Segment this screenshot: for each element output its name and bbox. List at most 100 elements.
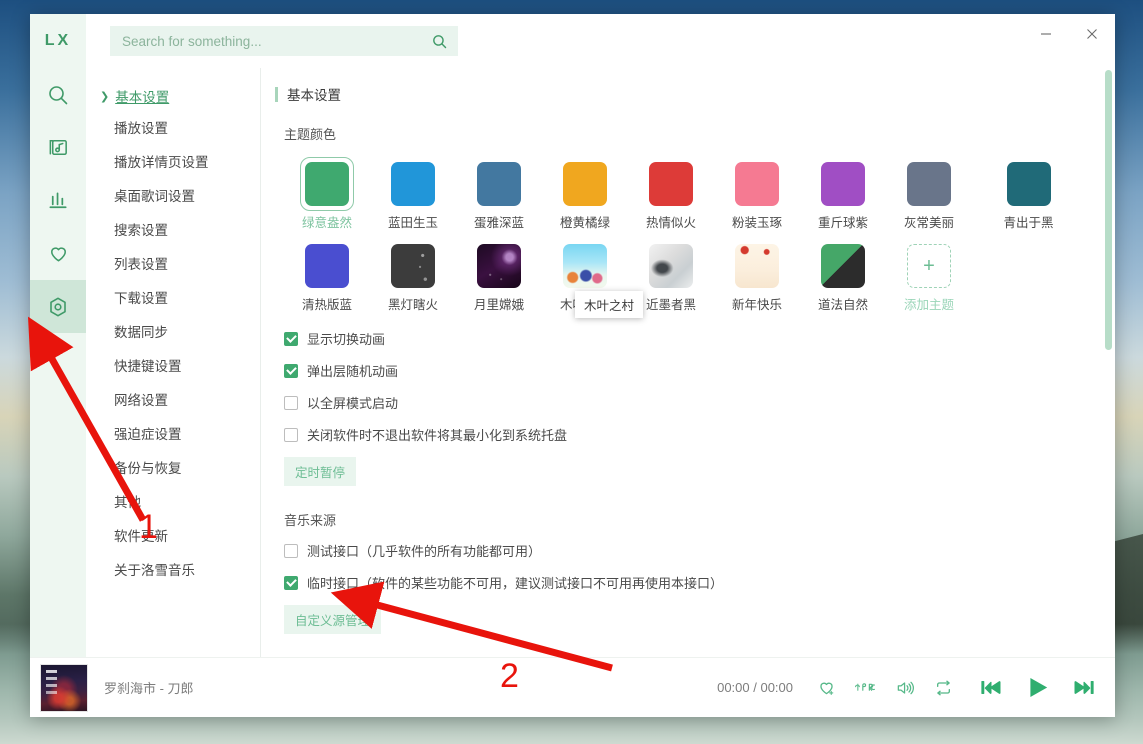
theme-color-block [907,162,951,206]
checkbox-icon[interactable] [284,331,298,346]
content-scrollbar[interactable] [1105,70,1112,630]
search-box[interactable] [110,26,458,56]
scrollbar-thumb[interactable] [1105,70,1112,350]
sidebar-item-playback-detail[interactable]: 播放详情页设置 [86,144,260,178]
rail-item-search[interactable] [30,68,86,121]
heart-add-icon[interactable] [816,677,837,698]
checkbox-icon[interactable] [284,395,298,410]
theme-color-block [563,162,607,206]
theme-color-block [477,162,521,206]
chevron-right-icon: ❯ [100,90,110,103]
theme-name: 青出于黑 [1003,216,1054,230]
checkbox-row-temp-api[interactable]: 临时接口（软件的某些功能不可用，建议测试接口不可用再使用本接口） [284,573,1085,592]
theme-swatch[interactable]: 热情似火 [628,157,714,231]
window-controls [1023,14,1115,68]
sidebar-item-playback[interactable]: 播放设置 [86,110,260,144]
sidebar-item-network[interactable]: 网络设置 [86,382,260,416]
theme-swatch-frame [558,157,612,211]
theme-name: 蛋雅深蓝 [473,216,524,230]
search-icon[interactable] [431,33,448,50]
theme-swatch-frame [816,239,870,293]
theme-swatch[interactable]: 月里嫦娥 [456,239,542,313]
theme-name: 粉装玉琢 [731,216,782,230]
checkbox-row-fullscreen-start[interactable]: 以全屏模式启动 [284,393,1085,412]
rail-item-settings[interactable] [30,280,86,333]
theme-swatch[interactable]: 蓝田生玉 [370,157,456,231]
checkbox-row-switch-animation[interactable]: 显示切换动画 [284,329,1085,348]
lyrics-icon[interactable] [854,679,877,697]
window-body: LX Search for something... ❯ 基本设置 播放设置 播… [30,14,1115,657]
nav-group-basic-settings[interactable]: ❯ 基本设置 [86,82,260,110]
theme-color-block [391,244,435,288]
next-icon[interactable] [1070,674,1097,701]
checkbox-label: 关闭软件时不退出软件将其最小化到系统托盘 [307,428,568,443]
album-art[interactable] [40,663,88,712]
song-list-icon [47,136,70,159]
theme-swatch[interactable]: 灰常美丽 [886,157,972,231]
sidebar-item-hotkeys[interactable]: 快捷键设置 [86,348,260,382]
previous-icon[interactable] [978,674,1005,701]
theme-swatch[interactable]: 绿意盎然 [284,157,370,231]
repeat-icon[interactable] [933,678,954,698]
rail-item-leaderboard[interactable] [30,174,86,227]
add-theme-button[interactable]: + 添加主题 [886,239,972,313]
sidebar-item-search-settings[interactable]: 搜索设置 [86,212,260,246]
checkbox-row-popup-random-animation[interactable]: 弹出层随机动画 [284,361,1085,380]
sidebar-item-desktop-lyrics[interactable]: 桌面歌词设置 [86,178,260,212]
player-bar: 罗刹海市 - 刀郎 00:00 / 00:00 [30,657,1115,717]
rail-item-songlist[interactable] [30,121,86,174]
checkbox-row-test-api[interactable]: 测试接口（几乎软件的所有功能都可用） [284,541,1085,560]
checkbox-icon[interactable] [284,427,298,442]
sidebar-item-download-settings[interactable]: 下载设置 [86,280,260,314]
sidebar-item-data-sync[interactable]: 数据同步 [86,314,260,348]
theme-color-block [563,244,607,288]
settings-content-inner: 基本设置 主题颜色 绿意盎然 蓝田生玉 蛋雅深蓝 橙黄橘绿 热情似火 粉装玉琢 … [261,84,1115,657]
sidebar-item-software-update[interactable]: 软件更新 [86,518,260,552]
theme-swatch[interactable]: 道法自然 [800,239,886,313]
custom-source-button[interactable]: 自定义源管理 [284,605,382,634]
theme-swatch[interactable]: 粉装玉琢 [714,157,800,231]
sidebar-item-ocd-settings[interactable]: 强迫症设置 [86,416,260,450]
theme-color-block [649,244,693,288]
theme-name: 近墨者黑 [645,298,696,312]
timer-pause-button[interactable]: 定时暂停 [284,457,357,486]
minimize-button[interactable] [1023,14,1069,54]
play-icon[interactable] [1022,672,1053,703]
sidebar-item-other[interactable]: 其他 [86,484,260,518]
theme-swatch[interactable]: 蛋雅深蓝 [456,157,542,231]
theme-color-block [305,244,349,288]
theme-swatch[interactable]: 重斤球紫 [800,157,886,231]
rail-item-favorites[interactable] [30,227,86,280]
theme-swatch-frame [386,239,440,293]
window-right-column: ❯ 基本设置 播放设置 播放详情页设置 桌面歌词设置 搜索设置 列表设置 下载设… [86,14,1115,657]
theme-name: 橙黄橘绿 [559,216,610,230]
checkbox-icon[interactable] [284,543,298,558]
checkbox-label: 临时接口（软件的某些功能不可用，建议测试接口不可用再使用本接口） [307,576,724,591]
theme-swatch[interactable]: 橙黄橘绿 [542,157,628,231]
theme-swatch-frame [386,157,440,211]
theme-swatch[interactable]: 新年快乐 [714,239,800,313]
theme-swatch-frame [558,239,612,293]
theme-swatch[interactable]: 青出于黑 [972,157,1085,231]
settings-nav-panel: ❯ 基本设置 播放设置 播放详情页设置 桌面歌词设置 搜索设置 列表设置 下载设… [86,68,261,657]
checkbox-row-minimize-to-tray[interactable]: 关闭软件时不退出软件将其最小化到系统托盘 [284,425,1085,444]
leaderboard-icon [47,189,70,212]
sidebar-item-about[interactable]: 关于洛雪音乐 [86,552,260,586]
theme-swatch-frame [300,157,354,211]
theme-swatch-frame [902,157,956,211]
theme-swatch[interactable]: 黑灯瞎火 [370,239,456,313]
sidebar-item-list-settings[interactable]: 列表设置 [86,246,260,280]
theme-swatch[interactable]: 清热版蓝 [284,239,370,313]
search-input[interactable] [122,33,431,49]
app-window: LX Search for something... ❯ 基本设置 播放设置 播… [30,14,1115,717]
close-button[interactable] [1069,14,1115,54]
checkbox-label: 以全屏模式启动 [307,396,399,411]
sidebar-item-backup-restore[interactable]: 备份与恢复 [86,450,260,484]
theme-color-block [735,162,779,206]
sidebar-rail: LX [30,14,86,657]
checkbox-icon[interactable] [284,363,298,378]
checkbox-icon[interactable] [284,575,298,590]
settings-icon [46,295,70,319]
theme-tooltip: 木叶之村 [575,291,644,318]
volume-icon[interactable] [894,678,916,698]
